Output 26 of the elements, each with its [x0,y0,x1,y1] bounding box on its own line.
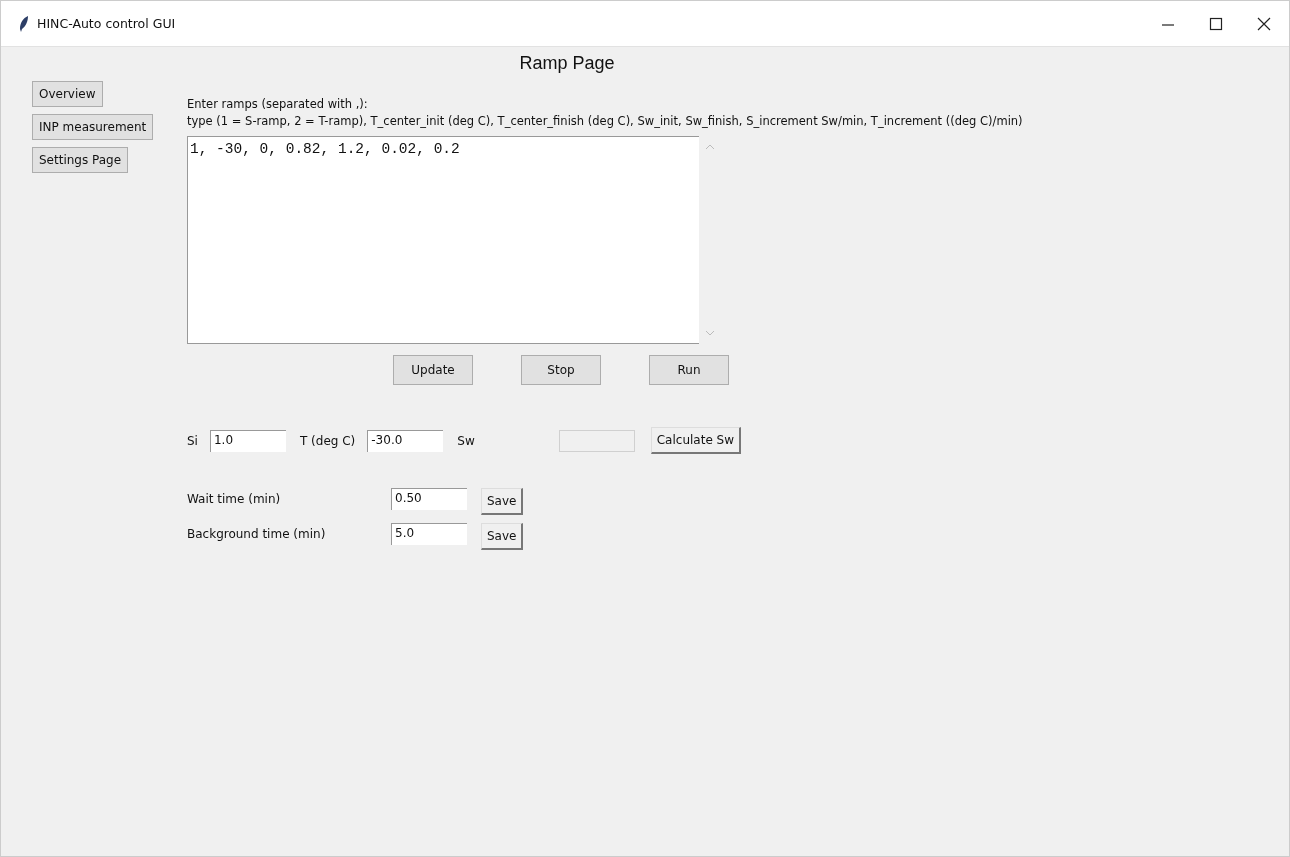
ramp-button[interactable]: Stop [521,355,601,385]
feather-icon [19,14,29,33]
instruction-text: Enter ramps (separated with ,): [187,96,369,113]
ramps-text-area[interactable]: 1, -30, 0, 0.82, 1.2, 0.02, 0.2 [187,136,699,344]
maximize-icon[interactable] [1209,16,1223,31]
sidebar-button[interactable]: INP measurement [32,114,154,140]
input-field[interactable]: 5.0 [391,522,467,545]
ramp-button[interactable]: Run [649,355,729,385]
calculate-button[interactable]: Calculate Sw [650,427,741,454]
field-label: Sw [457,433,475,448]
field-label: T (deg C) [299,433,356,448]
input-field[interactable]: 0.50 [391,487,467,510]
setting-label: Wait time (min) [187,491,282,506]
save-button[interactable]: Save [481,488,524,515]
window-title: HINC-Auto control GUI [37,16,176,31]
field-label: Si [187,433,198,448]
input-field[interactable]: 1.0 [209,429,286,452]
sidebar-button[interactable]: Overview [32,81,103,107]
sidebar-button[interactable]: Settings Page [32,147,129,173]
instruction-text: type (1 = S-ramp, 2 = T-ramp), T_center_init (deg C), T_center_finish (deg C), Sw_init, Sw_finish, S_increment Sw/min, T_increment ((deg C)/min) [187,113,1024,130]
setting-label: Background time (min) [187,526,327,541]
close-icon[interactable] [1257,16,1271,31]
input-field[interactable]: -30.0 [367,429,444,452]
page-title: Ramp Page [518,53,616,74]
save-button[interactable]: Save [481,523,524,550]
ramp-button[interactable]: Update [393,355,473,385]
